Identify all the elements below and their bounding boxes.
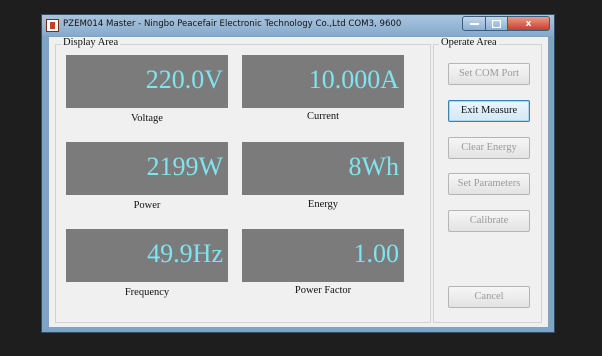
operate-area-group: Operate Area Set COM Port Exit Measure C… (433, 37, 542, 323)
display-area-group: Display Area 220.0V Voltage 10.000A Curr… (55, 37, 431, 323)
close-button[interactable]: x (508, 16, 550, 31)
clear-energy-button[interactable]: Clear Energy (448, 137, 530, 159)
app-window: PZEM014 Master - Ningbo Peacefair Electr… (41, 14, 555, 333)
current-caption: Current (306, 111, 340, 122)
energy-readout: 8Wh (242, 142, 404, 195)
calibrate-button[interactable]: Calibrate (448, 210, 530, 232)
power-factor-readout: 1.00 (242, 229, 404, 282)
voltage-caption: Voltage (131, 113, 163, 124)
voltage-readout: 220.0V (66, 55, 228, 108)
close-icon: x (525, 18, 532, 29)
app-logo-icon (46, 19, 59, 32)
maximize-icon (492, 19, 501, 28)
exit-measure-button[interactable]: Exit Measure (448, 100, 530, 122)
window-title: PZEM014 Master - Ningbo Peacefair Electr… (63, 19, 402, 29)
frequency-caption: Frequency (124, 287, 170, 298)
display-area-label: Display Area (61, 37, 121, 48)
window-controls: x (462, 16, 550, 32)
client-area: Display Area 220.0V Voltage 10.000A Curr… (49, 37, 548, 327)
frequency-readout: 49.9Hz (66, 229, 228, 282)
power-factor-caption: Power Factor (294, 285, 352, 296)
set-parameters-button[interactable]: Set Parameters (448, 173, 530, 195)
maximize-button[interactable] (486, 16, 508, 31)
minimize-icon (469, 22, 479, 25)
current-readout: 10.000A (242, 55, 404, 108)
energy-caption: Energy (307, 199, 339, 210)
set-com-port-button[interactable]: Set COM Port (448, 63, 530, 85)
power-readout: 2199W (66, 142, 228, 195)
title-bar[interactable]: PZEM014 Master - Ningbo Peacefair Electr… (42, 15, 554, 36)
cancel-button[interactable]: Cancel (448, 286, 530, 308)
operate-area-label: Operate Area (439, 37, 499, 48)
power-caption: Power (133, 200, 161, 211)
minimize-button[interactable] (462, 16, 486, 31)
